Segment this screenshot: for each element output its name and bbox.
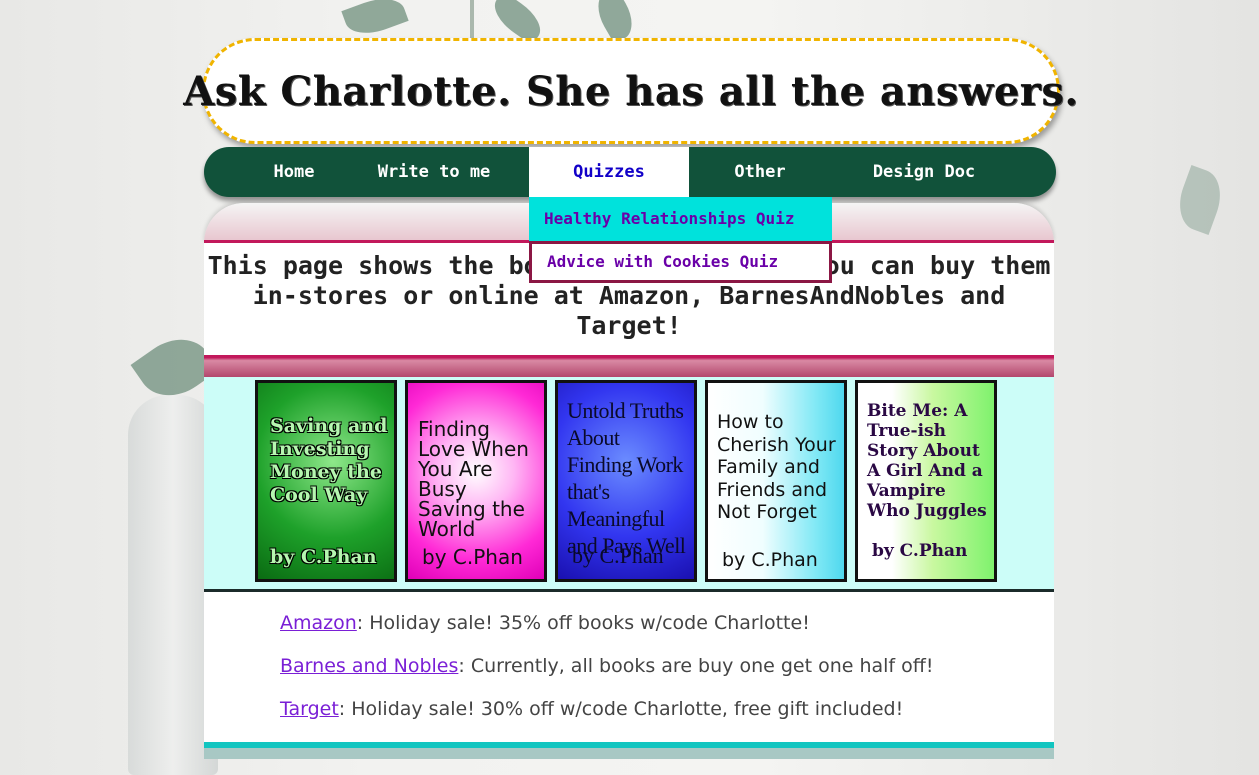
book-title: Untold Truths About Finding Work that's …: [567, 398, 686, 558]
sale-text: : Holiday sale! 30% off w/code Charlotte…: [338, 698, 904, 720]
leaf-decoration: [341, 0, 409, 42]
book-author: by C.Phan: [872, 541, 968, 561]
book-cover[interactable]: Saving and Investing Money the Cool Way …: [255, 380, 397, 582]
book-cover[interactable]: Finding Love When You Are Busy Saving th…: [405, 380, 547, 582]
nav-item-write-to-me[interactable]: Write to me: [364, 147, 504, 197]
books-gallery: Saving and Investing Money the Cool Way …: [204, 377, 1054, 592]
nav-item-home[interactable]: Home: [234, 147, 354, 197]
sales-section: Amazon: Holiday sale! 35% off books w/co…: [204, 592, 1054, 742]
amazon-link[interactable]: Amazon: [280, 612, 357, 634]
dropdown-item-advice-with-cookies-quiz[interactable]: Advice with Cookies Quiz: [529, 241, 832, 283]
book-cover[interactable]: Bite Me: A True-ish Story About A Girl A…: [855, 380, 997, 582]
book-author: by C.Phan: [722, 549, 818, 571]
sale-line: Target: Holiday sale! 30% off w/code Cha…: [280, 698, 903, 720]
book-cover[interactable]: Untold Truths About Finding Work that's …: [555, 380, 697, 582]
site-title: Ask Charlotte. She has all the answers.: [183, 67, 1079, 115]
target-link[interactable]: Target: [280, 698, 339, 720]
book-author: by C.Phan: [572, 543, 664, 568]
nav-item-other[interactable]: Other: [704, 147, 816, 197]
book-title: Saving and Investing Money the Cool Way: [270, 415, 388, 506]
sale-text: : Holiday sale! 35% off books w/code Cha…: [356, 612, 810, 634]
sale-text: : Currently, all books are buy one get o…: [458, 655, 934, 677]
divider: [204, 355, 1054, 377]
nav-item-quizzes[interactable]: Quizzes: [529, 147, 689, 199]
quizzes-dropdown: Healthy Relationships Quiz Advice with C…: [529, 197, 832, 283]
book-title: How to Cherish Your Family and Friends a…: [717, 411, 836, 523]
leaf-decoration: [1170, 164, 1230, 236]
title-banner: Ask Charlotte. She has all the answers.: [183, 38, 1078, 144]
footer-strip: [204, 748, 1054, 759]
book-title: Bite Me: A True-ish Story About A Girl A…: [867, 401, 987, 521]
nav-item-design-doc[interactable]: Design Doc: [844, 147, 1004, 197]
barnes-and-nobles-link[interactable]: Barnes and Nobles: [280, 655, 458, 677]
dropdown-item-healthy-relationships-quiz[interactable]: Healthy Relationships Quiz: [529, 197, 832, 241]
book-author: by C.Phan: [422, 545, 523, 569]
main-nav: Home Write to me Quizzes Other Design Do…: [204, 147, 1056, 199]
sale-line: Amazon: Holiday sale! 35% off books w/co…: [280, 612, 810, 634]
sale-line: Barnes and Nobles: Currently, all books …: [280, 655, 934, 677]
book-title: Finding Love When You Are Busy Saving th…: [418, 417, 529, 541]
book-cover[interactable]: How to Cherish Your Family and Friends a…: [705, 380, 847, 582]
book-author: by C.Phan: [270, 546, 377, 568]
